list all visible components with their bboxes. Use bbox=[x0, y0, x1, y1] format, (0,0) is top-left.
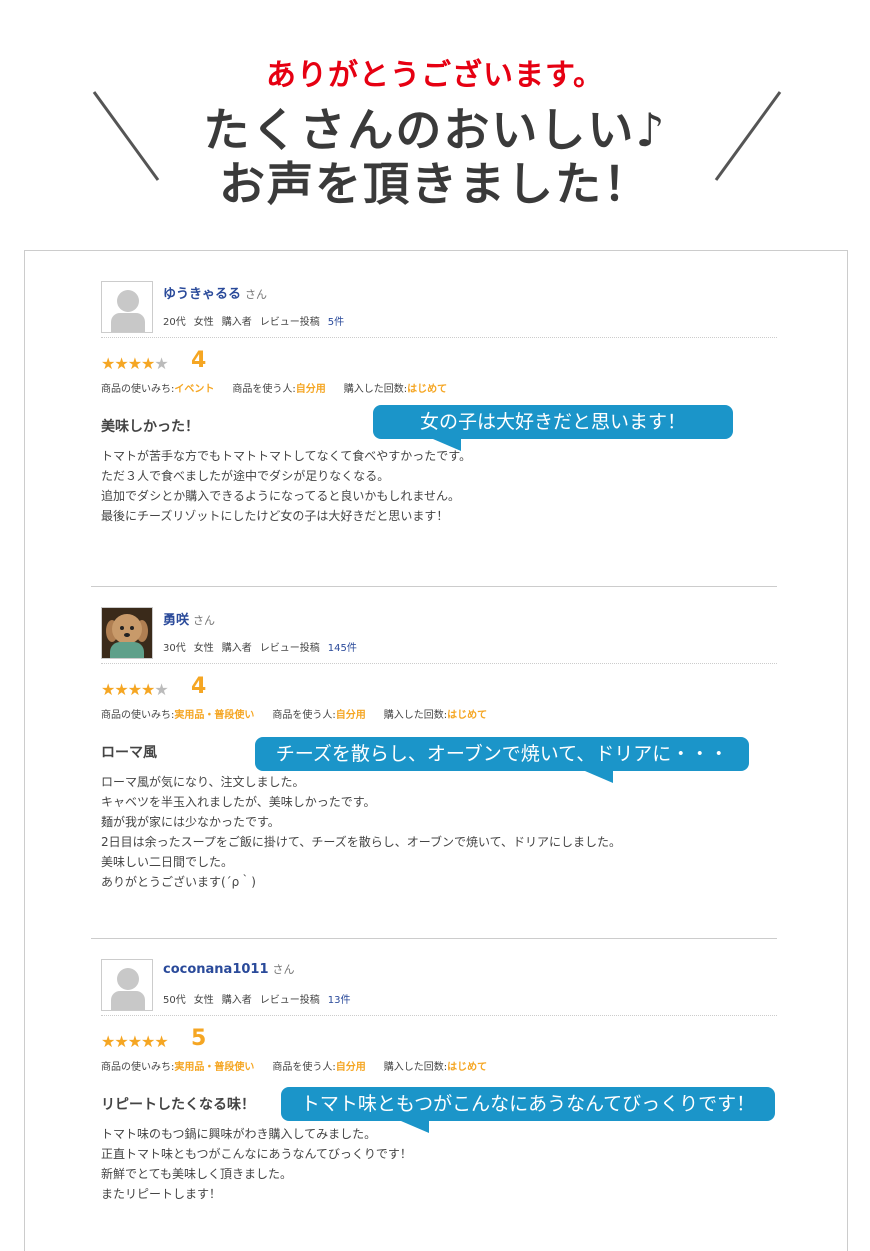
highlight-bubble: チーズを散らし、オーブンで焼いて、ドリアに・・・ bbox=[255, 737, 749, 783]
review-line: ローマ風が気になり、注文しました。 bbox=[101, 775, 305, 789]
review-line: キャベツを半玉入れましたが、美味しかったです。 bbox=[101, 795, 376, 809]
reviewer-info: 勇咲 さん 30代 女性 購入者 レビュー投稿 145件 bbox=[101, 607, 777, 664]
rating: ★★★★★ 5 bbox=[101, 1024, 777, 1058]
reviewer-info: coconana1011 さん 50代 女性 購入者 レビュー投稿 13件 bbox=[101, 959, 777, 1016]
review-line: またリピートします！ bbox=[101, 1187, 222, 1201]
gender: 女性 bbox=[193, 995, 214, 1006]
review-line: 麺が我が家には少なかったです。 bbox=[101, 815, 280, 829]
times-label: 購入した回数: bbox=[383, 1062, 448, 1073]
review-line: ありがとうございます(´ρ｀) bbox=[101, 875, 256, 889]
review-line: 最後にチーズリゾットにしたけど女の子は大好きだと思います！ bbox=[101, 509, 449, 523]
review-body: トマト味のもつ鍋に興味がわき購入してみました。 正直トマト味ともつがこんなにあう… bbox=[101, 1124, 777, 1204]
posts-label: レビュー投稿 bbox=[259, 995, 320, 1006]
avatar bbox=[101, 959, 153, 1011]
reviewer-name-link[interactable]: ゆうきゃるる bbox=[163, 287, 241, 302]
review-line: トマト味のもつ鍋に興味がわき購入してみました。 bbox=[101, 1127, 377, 1141]
buyer-badge: 購入者 bbox=[221, 317, 252, 328]
usage-value: 実用品・普段使い bbox=[174, 710, 255, 721]
rating: ★★★★★ 4 bbox=[101, 346, 777, 380]
highlight-bubble: 女の子は大好きだと思います！ bbox=[373, 405, 733, 451]
reviewer-meta: 30代 女性 購入者 レビュー投稿 145件 bbox=[163, 639, 357, 654]
buyer-badge: 購入者 bbox=[221, 995, 252, 1006]
user-value: 自分用 bbox=[295, 384, 326, 395]
reviews-panel: ゆうきゃるる さん 20代 女性 購入者 レビュー投稿 5件 ★★★★★ 4 商品の使いみ… bbox=[24, 250, 848, 1251]
usage-label: 商品の使いみち: bbox=[101, 1062, 175, 1073]
review-attributes: 商品の使いみち:実用品・普段使い 商品を使う人:自分用 購入した回数:はじめて bbox=[101, 1058, 777, 1080]
user-label: 商品を使う人: bbox=[232, 384, 296, 395]
review-line: 追加でダシとか購入できるようになってると良いかもしれません。 bbox=[101, 489, 461, 503]
highlight-bubble: トマト味ともつがこんなにあうなんてびっくりです！ bbox=[281, 1087, 775, 1133]
honorific: さん bbox=[245, 288, 268, 301]
usage-label: 商品の使いみち: bbox=[101, 710, 175, 721]
review-divider bbox=[91, 586, 777, 587]
rating-score: 5 bbox=[191, 1026, 207, 1051]
review-card: ゆうきゃるる さん 20代 女性 購入者 レビュー投稿 5件 ★★★★★ 4 商品の使いみ… bbox=[101, 281, 777, 526]
usage-label: 商品の使いみち: bbox=[101, 384, 175, 395]
avatar bbox=[101, 607, 153, 659]
review-line: 2日目は余ったスープをご飯に掛けて、チーズを散らし、オーブンで焼いて、ドリアにし… bbox=[101, 835, 622, 849]
rating: ★★★★★ 4 bbox=[101, 672, 777, 706]
star-rating: ★★★★★ bbox=[101, 1032, 169, 1051]
review-card: coconana1011 さん 50代 女性 購入者 レビュー投稿 13件 ★★★★★ 5… bbox=[101, 959, 777, 1204]
posts-label: レビュー投稿 bbox=[259, 643, 320, 654]
honorific: さん bbox=[272, 963, 295, 976]
reviewer-meta: 50代 女性 購入者 レビュー投稿 13件 bbox=[163, 991, 350, 1006]
age: 50代 bbox=[163, 995, 186, 1006]
usage-value: 実用品・普段使い bbox=[174, 1062, 255, 1073]
gender: 女性 bbox=[193, 643, 214, 654]
star-rating: ★★★★★ bbox=[101, 680, 169, 699]
review-attributes: 商品の使いみち:イベント 商品を使う人:自分用 購入した回数:はじめて bbox=[101, 380, 777, 402]
rating-score: 4 bbox=[191, 674, 207, 699]
rating-score: 4 bbox=[191, 348, 207, 373]
user-value: 自分用 bbox=[335, 1062, 366, 1073]
user-label: 商品を使う人: bbox=[272, 710, 336, 721]
posts-count[interactable]: 13件 bbox=[328, 995, 351, 1006]
review-body: ローマ風が気になり、注文しました。 キャベツを半玉入れましたが、美味しかったです… bbox=[101, 772, 777, 892]
review-line: 美味しい二日間でした。 bbox=[101, 855, 234, 869]
avatar bbox=[101, 281, 153, 333]
posts-count[interactable]: 5件 bbox=[328, 317, 344, 328]
review-line: 新鮮でとても美味しく頂きました。 bbox=[101, 1167, 293, 1181]
reviewer-name-link[interactable]: coconana1011 bbox=[163, 962, 269, 977]
times-value: はじめて bbox=[447, 1062, 488, 1073]
reviewer-name-link[interactable]: 勇咲 bbox=[163, 613, 189, 628]
thanks-heading: ありがとうございます。 bbox=[266, 58, 604, 93]
review-line: 正直トマト味ともつがこんなにあうなんてびっくりです！ bbox=[101, 1147, 412, 1161]
gender: 女性 bbox=[193, 317, 214, 328]
times-value: はじめて bbox=[447, 710, 488, 721]
posts-label: レビュー投稿 bbox=[259, 317, 320, 328]
hero-title-line2: お声を頂きました！ bbox=[219, 157, 651, 211]
user-value: 自分用 bbox=[335, 710, 366, 721]
times-label: 購入した回数: bbox=[343, 384, 408, 395]
times-value: はじめて bbox=[407, 384, 448, 395]
review-attributes: 商品の使いみち:実用品・普段使い 商品を使う人:自分用 購入した回数:はじめて bbox=[101, 706, 777, 728]
age: 30代 bbox=[163, 643, 186, 654]
posts-count[interactable]: 145件 bbox=[328, 643, 357, 654]
hero-header: ありがとうございます。 たくさんのおいしい♪ お声を頂きました！ bbox=[0, 0, 870, 230]
buyer-badge: 購入者 bbox=[221, 643, 252, 654]
reviewer-meta: 20代 女性 購入者 レビュー投稿 5件 bbox=[163, 313, 344, 328]
user-label: 商品を使う人: bbox=[272, 1062, 336, 1073]
review-body: トマトが苦手な方でもトマトトマトしてなくて食べやすかったです。 ただ３人で食べま… bbox=[101, 446, 777, 526]
review-line: ただ３人で食べましたが途中でダシが足りなくなる。 bbox=[101, 469, 390, 483]
reviewer-info: ゆうきゃるる さん 20代 女性 購入者 レビュー投稿 5件 bbox=[101, 281, 777, 338]
review-divider bbox=[91, 938, 777, 939]
usage-value: イベント bbox=[174, 384, 215, 395]
age: 20代 bbox=[163, 317, 186, 328]
times-label: 購入した回数: bbox=[383, 710, 448, 721]
star-rating: ★★★★★ bbox=[101, 354, 169, 373]
honorific: さん bbox=[193, 614, 216, 627]
